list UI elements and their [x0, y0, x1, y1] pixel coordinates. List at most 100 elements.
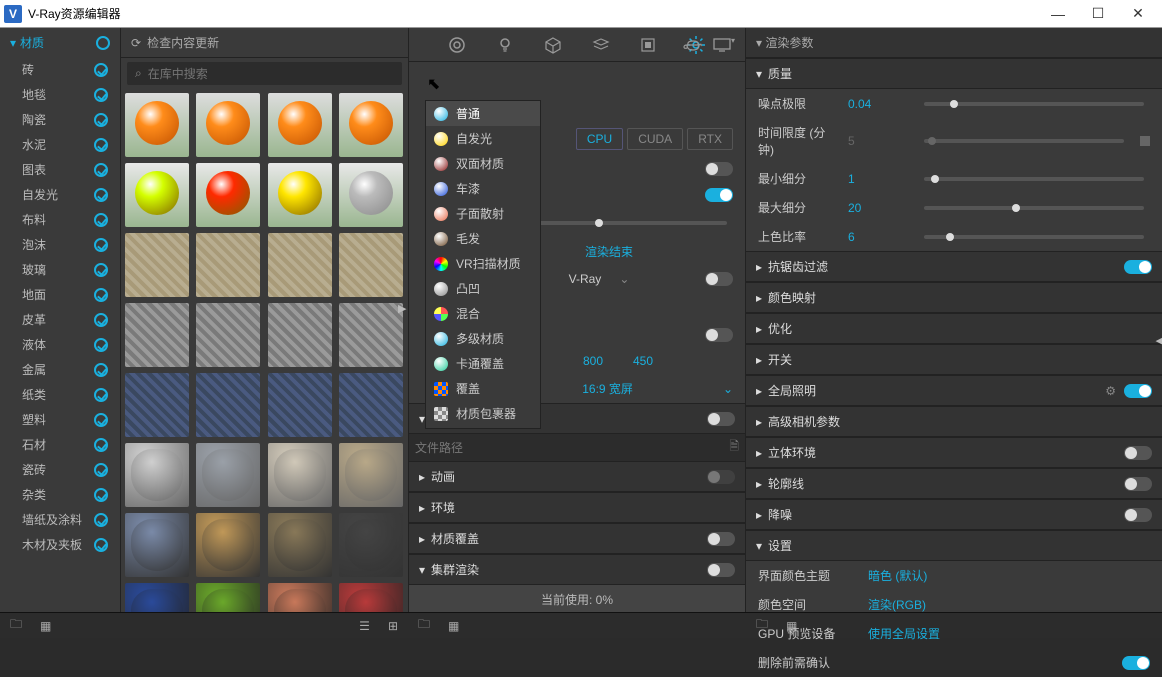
gpu-val[interactable]: 使用全局设置 — [868, 625, 940, 642]
material-swatch[interactable] — [268, 583, 332, 612]
material-swatch[interactable] — [339, 443, 403, 507]
light-tab-icon[interactable] — [496, 36, 514, 54]
material-swatch[interactable] — [125, 303, 189, 367]
browse-icon[interactable]: 🗎 — [729, 437, 739, 458]
section-cam[interactable]: ▸高级相机参数 — [746, 406, 1162, 437]
category-item[interactable]: 砖 — [0, 57, 120, 82]
out-toggle[interactable] — [1124, 477, 1152, 491]
progressive-toggle[interactable] — [705, 188, 733, 202]
grid-icon[interactable]: ▦ — [40, 619, 51, 633]
safe-toggle[interactable] — [705, 328, 733, 342]
material-swatch[interactable] — [196, 233, 260, 297]
batch-toggle[interactable] — [707, 563, 735, 577]
section-matov[interactable]: ▸材质覆盖 — [409, 523, 745, 554]
category-item[interactable]: 地面 — [0, 282, 120, 307]
confirm-toggle[interactable] — [1122, 656, 1150, 670]
material-swatch[interactable] — [196, 513, 260, 577]
popup-item[interactable]: 多级材质 — [426, 326, 540, 351]
section-opt[interactable]: ▸优化 — [746, 313, 1162, 344]
material-swatch[interactable] — [339, 513, 403, 577]
section-aa[interactable]: ▸抗锯齿过滤 — [746, 251, 1162, 282]
anim-toggle[interactable] — [707, 470, 735, 484]
material-swatch[interactable] — [125, 373, 189, 437]
category-item[interactable]: 瓷砖 — [0, 457, 120, 482]
material-swatch[interactable] — [268, 443, 332, 507]
section-renv[interactable]: ▸立体环境 — [746, 437, 1162, 468]
folder-icon-2[interactable]: 🗀 — [418, 615, 430, 636]
material-swatch[interactable] — [268, 513, 332, 577]
max-slider[interactable] — [924, 206, 1144, 210]
gi-toggle[interactable] — [1124, 384, 1152, 398]
shade-val[interactable]: 6 — [848, 230, 908, 244]
popup-item[interactable]: 材质包裹器 — [426, 401, 540, 426]
material-swatch[interactable] — [196, 443, 260, 507]
material-swatch[interactable] — [339, 583, 403, 612]
render-result[interactable]: 渲染结束 — [585, 243, 633, 260]
theme-val[interactable]: 暗色 (默认) — [868, 567, 927, 584]
category-item[interactable]: 纸类 — [0, 382, 120, 407]
material-swatch[interactable] — [125, 163, 189, 227]
maximize-button[interactable]: ☐ — [1078, 5, 1118, 22]
list-icon[interactable]: ☰ — [359, 619, 370, 633]
material-swatch[interactable] — [125, 583, 189, 612]
category-item[interactable]: 水泥 — [0, 132, 120, 157]
min-val[interactable]: 1 — [848, 172, 908, 186]
render-params-header[interactable]: ▾ 渲染参数 — [746, 28, 1162, 58]
teapot-icon[interactable] — [683, 37, 703, 53]
renderer-cpu[interactable]: CPU — [576, 128, 623, 150]
geometry-tab-icon[interactable] — [544, 36, 562, 54]
material-swatch[interactable] — [196, 163, 260, 227]
frame-tab-icon[interactable] — [640, 37, 656, 53]
min-slider[interactable] — [924, 177, 1144, 181]
material-tab-icon[interactable] — [448, 36, 466, 54]
img-width[interactable]: 800 — [583, 354, 623, 368]
category-item[interactable]: 墙纸及涂料 — [0, 507, 120, 532]
category-item[interactable]: 皮革 — [0, 307, 120, 332]
material-swatch[interactable] — [339, 233, 403, 297]
material-swatch[interactable] — [125, 513, 189, 577]
material-swatch[interactable] — [268, 303, 332, 367]
restrict-val[interactable]: V-Ray — [569, 272, 602, 286]
material-swatch[interactable] — [268, 163, 332, 227]
section-out[interactable]: ▸轮廓线 — [746, 468, 1162, 499]
section-set[interactable]: ▾设置 — [746, 530, 1162, 561]
collapse-right-icon[interactable]: ◀ — [1156, 334, 1162, 347]
colspace-val[interactable]: 渲染(RGB) — [868, 596, 926, 613]
popup-item[interactable]: 自发光 — [426, 126, 540, 151]
category-item[interactable]: 杂类 — [0, 482, 120, 507]
popup-item[interactable]: 车漆 — [426, 176, 540, 201]
grid-icon-2[interactable]: ▦ — [448, 619, 459, 633]
section-den[interactable]: ▸降噪 — [746, 499, 1162, 530]
material-swatch[interactable] — [125, 233, 189, 297]
material-swatch[interactable] — [268, 93, 332, 157]
material-swatch[interactable] — [196, 93, 260, 157]
category-item[interactable]: 布料 — [0, 207, 120, 232]
section-anim[interactable]: ▸动画 — [409, 461, 745, 492]
category-item[interactable]: 木材及夹板 — [0, 532, 120, 557]
category-item[interactable]: 塑料 — [0, 407, 120, 432]
interactive-toggle[interactable] — [705, 162, 733, 176]
category-item[interactable]: 地毯 — [0, 82, 120, 107]
save-img-toggle[interactable] — [707, 412, 735, 426]
search-input[interactable] — [148, 67, 394, 81]
material-swatch[interactable] — [125, 93, 189, 157]
category-item[interactable]: 玻璃 — [0, 257, 120, 282]
renderer-rtx[interactable]: RTX — [687, 128, 733, 150]
close-button[interactable]: ✕ — [1118, 5, 1158, 22]
env-toggle[interactable] — [1124, 446, 1152, 460]
popup-item[interactable]: 凸凹 — [426, 276, 540, 301]
material-swatch[interactable] — [339, 373, 403, 437]
popup-item[interactable]: 毛发 — [426, 226, 540, 251]
restrict-toggle[interactable] — [705, 272, 733, 286]
section-cm[interactable]: ▸颜色映射 — [746, 282, 1162, 313]
popup-item[interactable]: 子面散射 — [426, 201, 540, 226]
category-item[interactable]: 石材 — [0, 432, 120, 457]
material-swatch[interactable] — [339, 93, 403, 157]
popup-item[interactable]: 混合 — [426, 301, 540, 326]
material-swatch[interactable] — [268, 233, 332, 297]
layout-icon[interactable]: ⊞ — [388, 619, 398, 633]
quality-slider[interactable] — [539, 221, 727, 225]
section-batch[interactable]: ▾集群渲染 — [409, 554, 745, 585]
img-height[interactable]: 450 — [633, 354, 673, 368]
folder-icon[interactable]: 🗀 — [10, 615, 22, 636]
